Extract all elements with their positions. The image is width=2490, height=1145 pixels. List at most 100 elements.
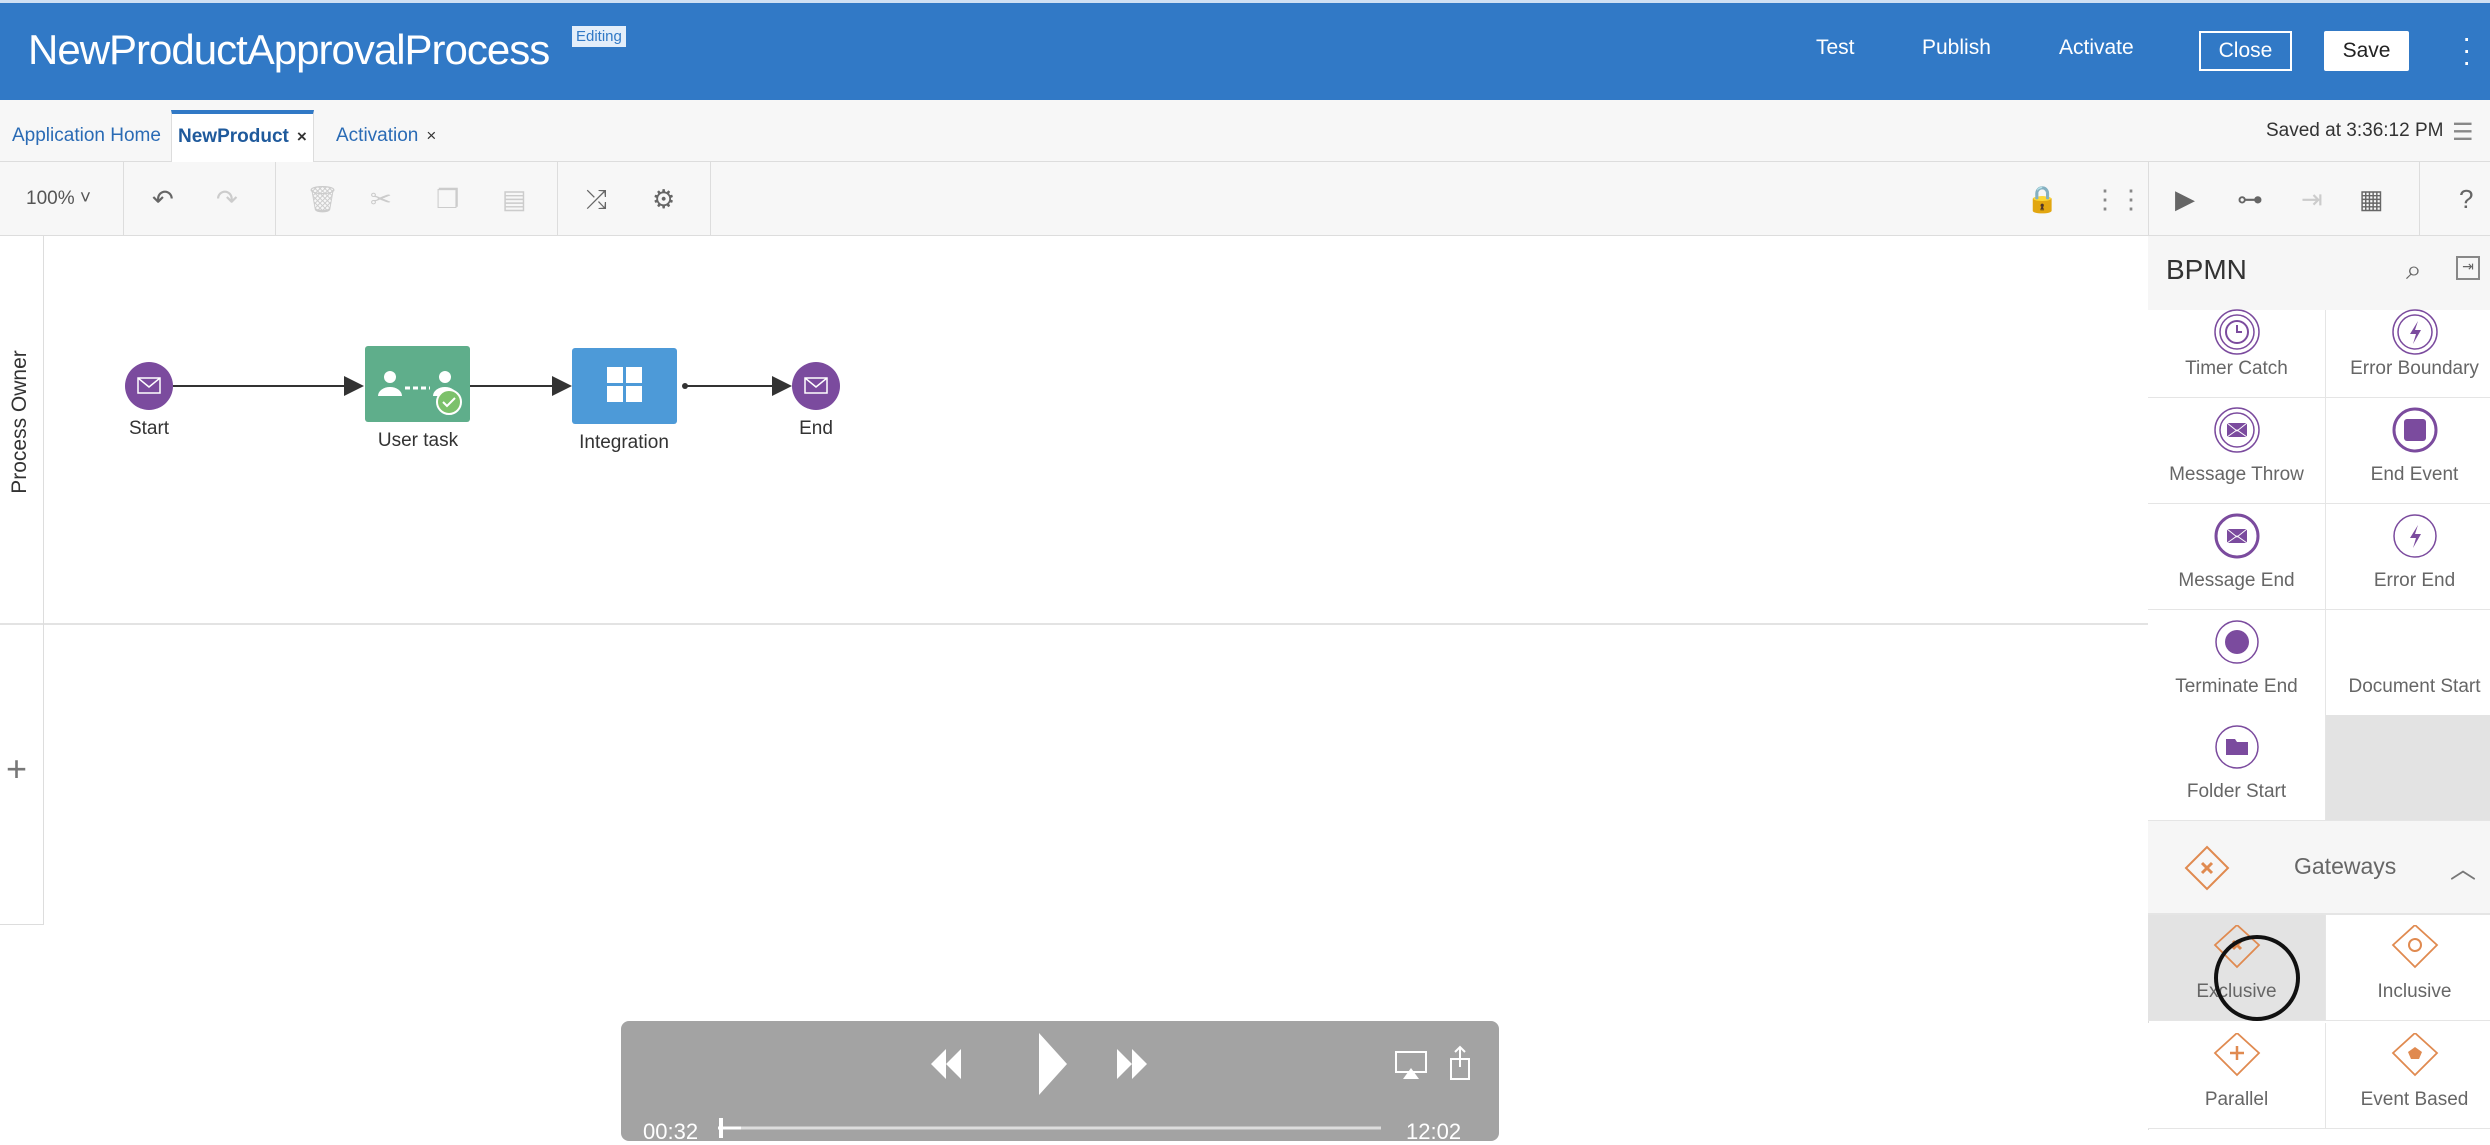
error-end-icon — [2393, 514, 2437, 558]
data-icon[interactable]: ▦ — [2359, 184, 2384, 215]
rewind-icon[interactable] — [931, 1049, 961, 1079]
save-button[interactable]: Save — [2324, 31, 2409, 71]
palette-item-label: Terminate End — [2175, 676, 2298, 697]
start-event[interactable] — [125, 362, 173, 410]
activate-button[interactable]: Activate — [2059, 36, 2134, 60]
palette-item-label: Parallel — [2204, 1089, 2269, 1110]
empty-cell — [2326, 715, 2490, 821]
palette-item-folder-start[interactable]: Folder Start — [2148, 715, 2326, 821]
parallel-gateway-icon — [2213, 1033, 2261, 1077]
palette-item-message-end[interactable]: Message End — [2148, 504, 2326, 610]
user-task[interactable] — [365, 346, 470, 422]
exclusive-gateway-icon — [2184, 845, 2230, 891]
palette-item-document-start[interactable]: Document Start — [2326, 610, 2490, 716]
settings-icon[interactable]: ⚙ — [652, 184, 675, 215]
terminate-end-icon — [2215, 620, 2259, 664]
play-icon[interactable]: ▶ — [2175, 184, 2195, 215]
remaining-time: 12:02 — [1406, 1119, 1462, 1144]
integration-task[interactable] — [572, 348, 677, 424]
palette-item-event-based-gateway[interactable]: Event Based — [2326, 1023, 2490, 1129]
zoom-value: 100% — [26, 188, 75, 209]
flow-icon[interactable]: ⊶ — [2237, 184, 2263, 215]
right-toolbar: ▶ ⊶ ⇥ ▦ ? — [2148, 162, 2490, 236]
palette-item-inclusive-gateway[interactable]: Inclusive — [2326, 915, 2490, 1021]
end-event[interactable] — [792, 362, 840, 410]
palette-item-terminate-end[interactable]: Terminate End — [2148, 610, 2326, 716]
list-icon[interactable]: ☰ — [2452, 118, 2474, 147]
tab-activation[interactable]: Activation × — [330, 110, 442, 162]
tab-label: Application Home — [12, 125, 161, 146]
collapse-panel-icon[interactable]: ⇥ — [2456, 256, 2480, 280]
process-diagram — [125, 346, 840, 424]
elapsed-time: 00:32 — [643, 1119, 699, 1144]
user-task-label: User task — [377, 430, 459, 451]
share-icon[interactable] — [1450, 1045, 1470, 1080]
inclusive-gateway-icon — [2391, 925, 2439, 969]
close-button[interactable]: Close — [2199, 31, 2292, 71]
timer-catch-icon — [2214, 309, 2260, 355]
message-end-icon — [2214, 513, 2260, 559]
close-tab-icon[interactable]: × — [426, 126, 436, 145]
palette-item-label: Document Start — [2348, 676, 2481, 697]
palette-item-message-throw[interactable]: Message Throw — [2148, 398, 2326, 504]
search-icon[interactable]: ⌕ — [2406, 254, 2422, 287]
palette-item-end-event[interactable]: End Event — [2326, 398, 2490, 504]
play-icon[interactable] — [1039, 1033, 1067, 1095]
message-throw-icon — [2214, 407, 2260, 453]
cursor-highlight — [2214, 935, 2300, 1021]
palette-item-label: Message Throw — [2169, 464, 2304, 485]
cut-icon[interactable]: ✂ — [370, 184, 392, 215]
palette-item-label: Error End — [2373, 570, 2456, 591]
lock-icon[interactable]: 🔒 — [2026, 184, 2058, 215]
close-tab-icon[interactable]: × — [297, 127, 307, 146]
tab-application-home[interactable]: Application Home — [6, 110, 167, 162]
grid-icon[interactable]: ⋮⋮ — [2092, 184, 2144, 215]
gateways-section-header[interactable]: Gateways ︿ — [2148, 821, 2490, 915]
event-based-gateway-icon — [2391, 1033, 2439, 1077]
palette-item-parallel-gateway[interactable]: Parallel — [2148, 1023, 2326, 1129]
tab-label: Activation — [336, 125, 419, 146]
copy-icon[interactable]: ❐ — [436, 184, 459, 215]
sequence-flow[interactable] — [682, 376, 792, 396]
palette-item-label: Timer Catch — [2185, 358, 2288, 379]
chevron-up-icon[interactable]: ︿ — [2450, 849, 2476, 886]
more-menu-icon[interactable]: · · · — [2462, 24, 2472, 76]
airplay-icon[interactable] — [1395, 1051, 1427, 1079]
end-label: End — [799, 418, 833, 439]
palette-title: BPMN — [2166, 254, 2247, 285]
palette-item-label: End Event — [2370, 464, 2459, 485]
gateways-title: Gateways — [2294, 853, 2397, 879]
video-player-controls: 00:32 12:02 — [621, 1021, 1499, 1144]
collapse-icon[interactable]: ⇥ — [2301, 184, 2323, 215]
folder-start-icon — [2215, 725, 2259, 769]
palette-item-error-boundary[interactable]: Error Boundary — [2326, 309, 2490, 398]
tab-newproduct[interactable]: NewProduct × — [171, 110, 314, 162]
shuffle-icon[interactable]: ⤮ — [586, 184, 607, 216]
palette-item-label: Message End — [2178, 570, 2295, 591]
palette-item-timer-catch[interactable]: Timer Catch — [2148, 309, 2326, 398]
delete-icon[interactable]: 🗑 — [306, 184, 339, 215]
tab-label: NewProduct — [178, 126, 289, 147]
fast-forward-icon[interactable] — [1117, 1049, 1147, 1079]
add-lane-icon[interactable]: + — [6, 748, 27, 790]
publish-button[interactable]: Publish — [1922, 36, 1991, 60]
end-event-icon — [2392, 407, 2438, 453]
paste-icon[interactable]: ▤ — [502, 184, 527, 215]
scrubber[interactable] — [718, 1118, 1381, 1138]
redo-icon[interactable]: ↷ — [216, 184, 238, 215]
start-label: Start — [128, 418, 170, 439]
editing-badge: Editing — [572, 26, 626, 47]
palette-item-label: Error Boundary — [2350, 358, 2479, 379]
help-icon[interactable]: ? — [2459, 184, 2473, 215]
palette-item-error-end[interactable]: Error End — [2326, 504, 2490, 610]
integration-label: Integration — [579, 432, 669, 453]
palette-item-label: Inclusive — [2377, 981, 2452, 1002]
palette-item-label: Event Based — [2360, 1089, 2469, 1110]
test-button[interactable]: Test — [1816, 36, 1855, 60]
undo-icon[interactable]: ↶ — [152, 184, 174, 215]
palette-item-label: Folder Start — [2186, 781, 2287, 802]
saved-status: Saved at 3:36:12 PM — [2266, 120, 2444, 141]
zoom-select[interactable]: 100% ˅ — [26, 188, 91, 210]
error-boundary-icon — [2392, 309, 2438, 355]
toolbar: 100% ˅ ↶ ↷ 🗑 ✂ ❐ ▤ ⤮ ⚙ 🔒 ⋮⋮ — [0, 162, 2148, 236]
